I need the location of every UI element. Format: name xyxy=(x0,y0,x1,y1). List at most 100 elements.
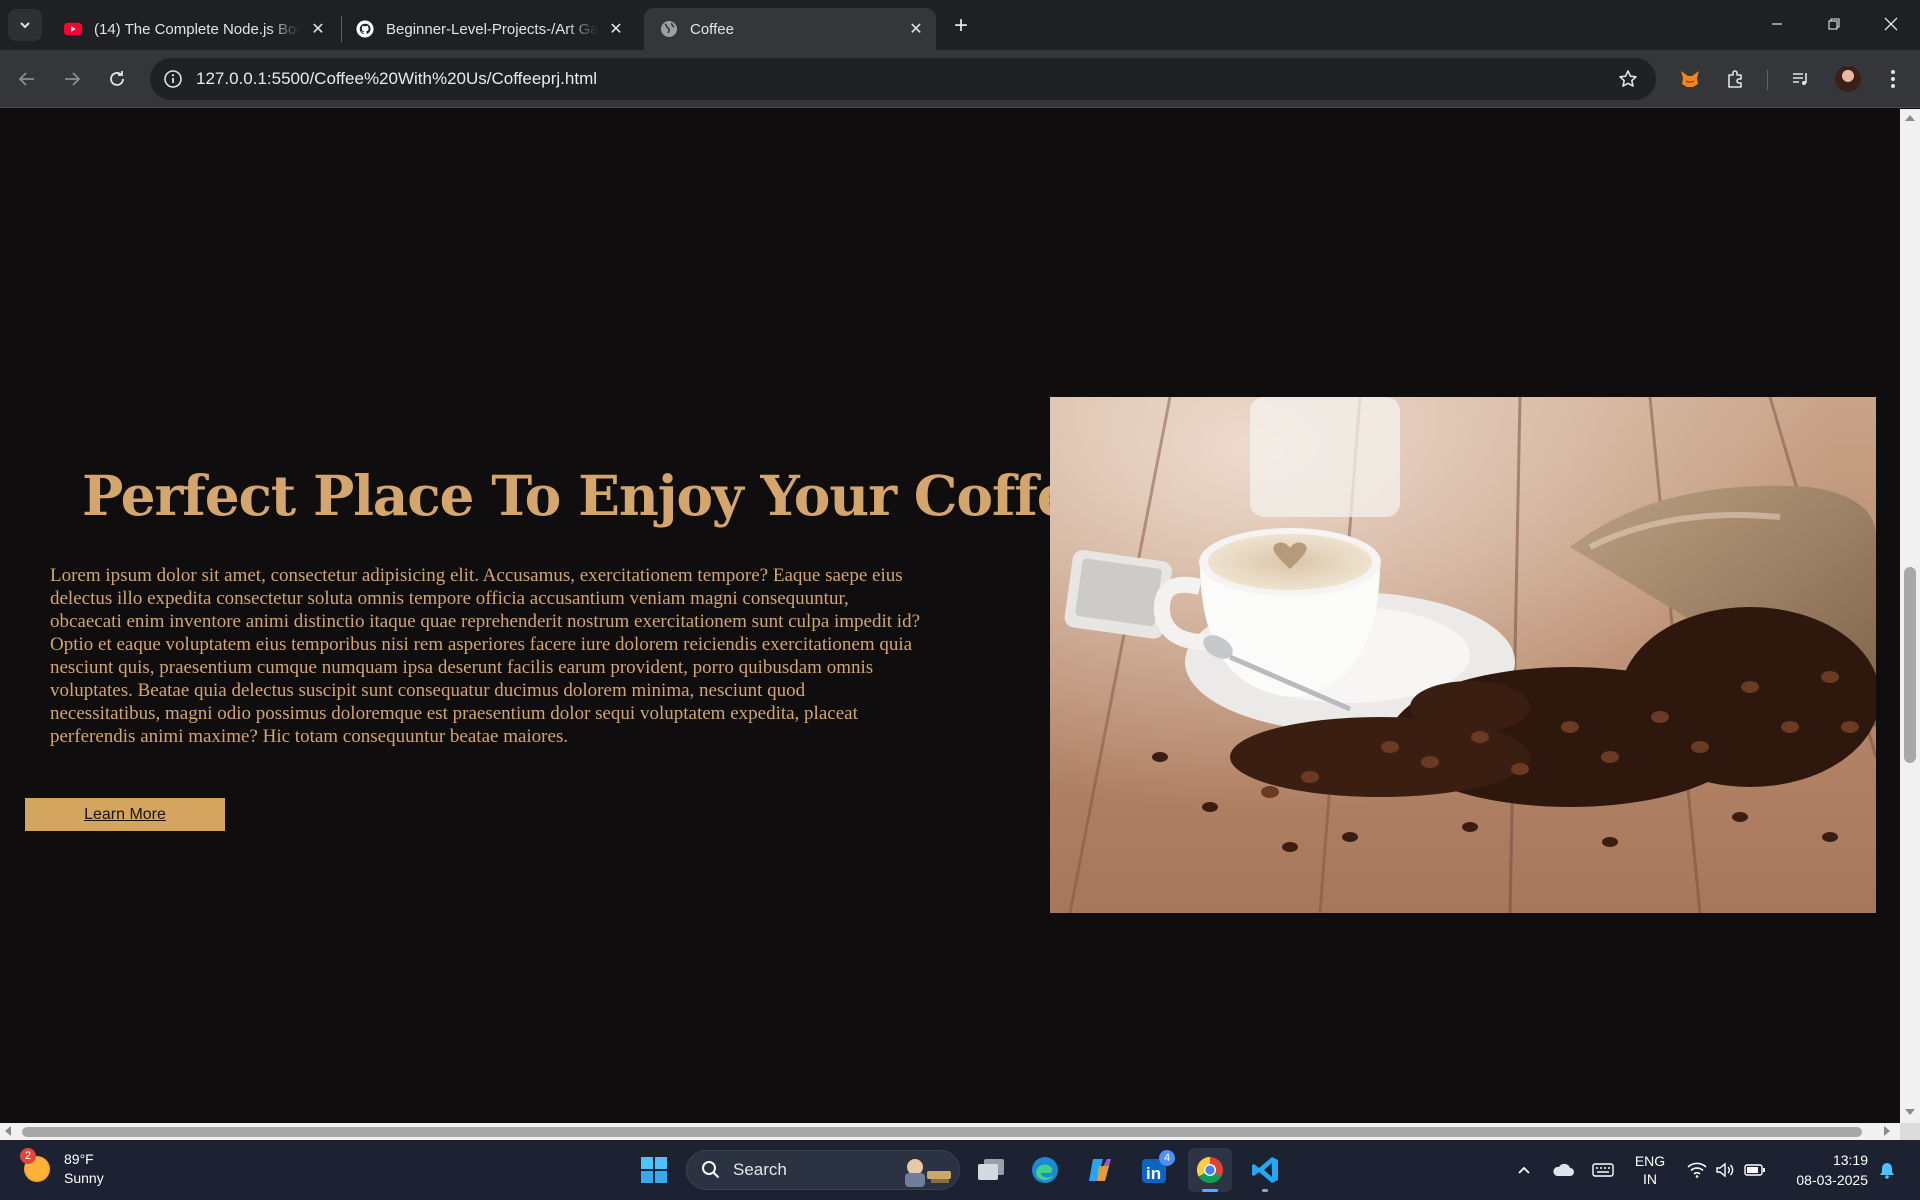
cloud-icon xyxy=(1553,1163,1574,1176)
scroll-left-arrow-icon[interactable] xyxy=(5,1126,11,1136)
edge-app[interactable] xyxy=(1023,1148,1067,1192)
scroll-down-arrow-icon[interactable] xyxy=(1905,1109,1915,1115)
region-code: IN xyxy=(1643,1171,1657,1187)
scrollbar-corner xyxy=(1900,1123,1920,1140)
tab-title: Coffee xyxy=(690,20,734,38)
onedrive-tray-icon[interactable] xyxy=(1548,1140,1578,1200)
chevron-down-icon xyxy=(20,22,30,29)
tab-title: (14) The Complete Node.js Boot xyxy=(94,20,300,38)
close-icon xyxy=(1884,17,1898,31)
close-tab-icon[interactable]: ✕ xyxy=(306,17,330,41)
youtube-icon xyxy=(64,20,82,38)
touch-keyboard-tray-icon[interactable] xyxy=(1588,1140,1618,1200)
weather-widget[interactable]: 2 89°F Sunny xyxy=(20,1148,104,1188)
back-button[interactable] xyxy=(10,62,44,96)
minimize-icon xyxy=(1772,23,1782,25)
clock-time: 13:19 xyxy=(1832,1152,1868,1168)
arrow-right-icon xyxy=(65,72,81,86)
browser-menu-icon[interactable] xyxy=(1876,62,1910,96)
profile-avatar[interactable] xyxy=(1835,66,1861,92)
horizontal-scroll-thumb[interactable] xyxy=(22,1127,1862,1137)
start-button[interactable] xyxy=(632,1148,676,1192)
reload-button[interactable] xyxy=(100,62,134,96)
bookmark-star-icon[interactable] xyxy=(1616,67,1640,91)
close-window-button[interactable] xyxy=(1862,0,1920,48)
tab-github-project[interactable]: Beginner-Level-Projects-/Art Ga ✕ xyxy=(340,8,636,50)
horizontal-scrollbar[interactable] xyxy=(0,1123,1900,1140)
url-text: 127.0.0.1:5500/Coffee%20With%20Us/Coffee… xyxy=(196,69,598,88)
task-view-icon xyxy=(978,1159,1004,1180)
extensions-puzzle-icon[interactable] xyxy=(1719,62,1753,96)
forward-button[interactable] xyxy=(55,62,89,96)
file-explorer-app[interactable] xyxy=(969,1148,1013,1192)
show-hidden-icons-button[interactable] xyxy=(1510,1140,1538,1200)
language-code: ENG xyxy=(1634,1153,1666,1169)
site-info-icon[interactable] xyxy=(160,66,186,92)
address-bar[interactable]: 127.0.0.1:5500/Coffee%20With%20Us/Coffee… xyxy=(150,58,1656,100)
vscode-icon xyxy=(1252,1157,1278,1183)
hero-paragraph: Lorem ipsum dolor sit amet, consectetur … xyxy=(50,565,921,747)
keyboard-icon xyxy=(1592,1163,1614,1177)
input-language-indicator[interactable]: ENG IN xyxy=(1628,1140,1672,1200)
vertical-scrollbar[interactable] xyxy=(1900,109,1920,1123)
page-viewport: Perfect Place To Enjoy Your Coffee Lorem… xyxy=(0,109,1900,1123)
tab-title: Beginner-Level-Projects-/Art Ga xyxy=(386,20,598,38)
chrome-icon xyxy=(1196,1156,1223,1184)
battery-icon xyxy=(1744,1164,1765,1176)
chrome-app[interactable] xyxy=(1188,1148,1232,1192)
browser-toolbar: 127.0.0.1:5500/Coffee%20With%20Us/Coffee… xyxy=(0,50,1920,108)
new-tab-button[interactable]: + xyxy=(946,11,976,41)
learn-more-button[interactable]: Learn More xyxy=(25,798,225,831)
wifi-tray-icon[interactable] xyxy=(1685,1140,1709,1200)
windows-taskbar: 2 89°F Sunny Search in 4 ENG IN 13:19 08… xyxy=(0,1140,1920,1200)
reload-icon xyxy=(110,71,124,86)
active-app-indicator xyxy=(1202,1189,1218,1192)
notifications-button[interactable] xyxy=(1874,1140,1900,1200)
search-icon xyxy=(702,1161,720,1179)
arrow-left-icon xyxy=(18,72,34,86)
coffee-cup-image xyxy=(1050,397,1876,913)
scroll-up-arrow-icon[interactable] xyxy=(1905,115,1915,121)
speaker-icon xyxy=(1716,1162,1734,1178)
linkedin-badge: 4 xyxy=(1159,1150,1175,1166)
weather-badge: 2 xyxy=(20,1148,36,1164)
weather-temperature: 89°F xyxy=(64,1151,94,1167)
restore-icon xyxy=(1828,18,1840,30)
wifi-icon xyxy=(1687,1162,1707,1178)
metamask-extension-icon[interactable] xyxy=(1673,62,1707,96)
weather-condition: Sunny xyxy=(64,1170,104,1186)
browser-tab-strip: (14) The Complete Node.js Boot ✕ Beginne… xyxy=(0,0,1920,50)
scroll-right-arrow-icon[interactable] xyxy=(1884,1126,1890,1136)
windows-logo-icon xyxy=(641,1157,667,1183)
close-tab-icon[interactable]: ✕ xyxy=(604,17,628,41)
tab-search-button[interactable] xyxy=(8,9,42,41)
copilot-icon xyxy=(1089,1159,1111,1181)
toolbar-divider xyxy=(1767,70,1768,90)
edge-browser-icon xyxy=(1032,1157,1058,1183)
copilot-app[interactable] xyxy=(1078,1148,1122,1192)
running-app-indicator xyxy=(1262,1189,1268,1192)
close-tab-icon[interactable]: ✕ xyxy=(904,17,928,41)
chevron-up-icon xyxy=(1518,1166,1530,1174)
search-label: Search xyxy=(733,1160,787,1179)
clock[interactable]: 13:19 08-03-2025 xyxy=(1782,1150,1868,1190)
media-controls-icon[interactable] xyxy=(1784,62,1818,96)
github-icon xyxy=(356,20,374,38)
search-highlight-illustration-icon xyxy=(905,1159,951,1187)
tab-nodejs-course[interactable]: (14) The Complete Node.js Boot ✕ xyxy=(48,8,338,50)
linkedin-app[interactable]: in 4 xyxy=(1133,1148,1177,1192)
minimize-button[interactable] xyxy=(1748,0,1806,48)
bell-icon xyxy=(1880,1163,1894,1179)
tab-coffee[interactable]: Coffee ✕ xyxy=(644,8,936,50)
globe-icon xyxy=(660,20,678,38)
svg-text:in: in xyxy=(1146,1164,1161,1183)
volume-tray-icon[interactable] xyxy=(1713,1140,1737,1200)
sun-icon: 2 xyxy=(20,1148,50,1182)
vscode-app[interactable] xyxy=(1243,1148,1287,1192)
battery-tray-icon[interactable] xyxy=(1742,1140,1768,1200)
vertical-scroll-thumb[interactable] xyxy=(1904,567,1916,763)
taskbar-search-box[interactable]: Search xyxy=(686,1150,960,1190)
hero-heading: Perfect Place To Enjoy Your Coffee xyxy=(82,463,1106,528)
restore-button[interactable] xyxy=(1805,0,1863,48)
clock-date: 08-03-2025 xyxy=(1796,1172,1868,1188)
